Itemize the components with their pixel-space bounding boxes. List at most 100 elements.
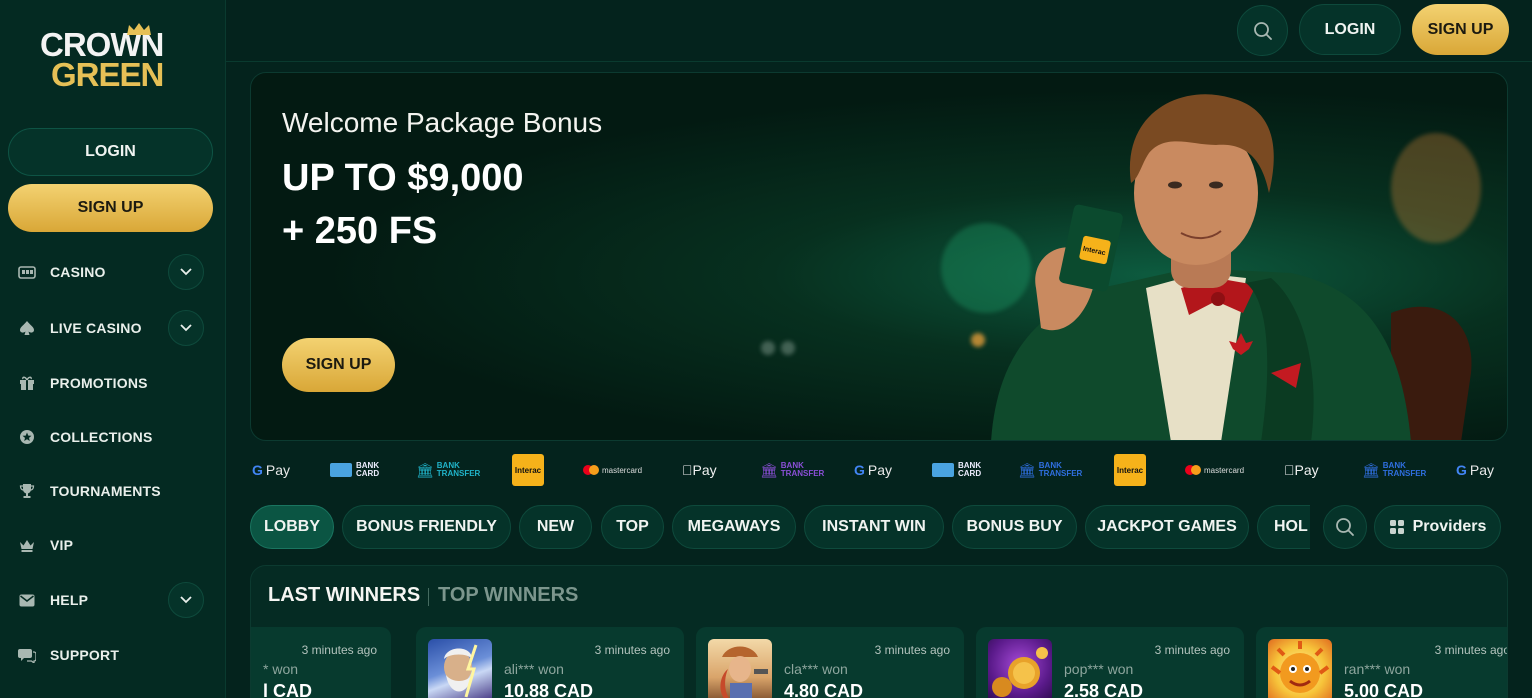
payment-methods-row: G Pay BANK CARD 🏛 BANK TRANSFER Interac mast… [250,452,1508,488]
sidebar-item-vip[interactable]: VIP [0,523,226,567]
sidebar-signup-button[interactable]: SIGN UP [8,184,213,232]
sidebar-item-label: CASINO [50,264,106,280]
slot-machine-icon [18,263,36,281]
google-pay-logo: G Pay [252,462,291,478]
sidebar-item-tournaments[interactable]: TOURNAMENTS [0,469,226,513]
mastercard-logo: mastercard [583,452,642,488]
winner-time: 3 minutes ago [594,643,670,657]
chevron-down-icon[interactable] [168,582,204,618]
interac-logo: Interac [1114,452,1146,488]
providers-button[interactable]: Providers [1374,505,1501,549]
games-search-button[interactable] [1323,505,1367,549]
chat-icon [18,646,36,664]
tab-new[interactable]: NEW [519,505,592,549]
logo[interactable]: CROWN GREEN [40,23,185,93]
top-bar: LOGIN SIGN UP [226,0,1532,62]
winner-card[interactable]: 3 minutes ago pop*** won 2.58 CAD [976,627,1244,698]
game-thumbnail [988,639,1052,698]
sidebar-item-label: TOURNAMENTS [50,483,161,499]
bank-transfer-logo: 🏛 BANK TRANSFER [760,461,825,478]
mastercard-logo: mastercard [1185,452,1244,488]
sidebar-item-label: PROMOTIONS [50,375,148,391]
logo-crown-icon [127,23,151,35]
bank-transfer-logo: 🏛 BANK TRANSFER [416,461,481,478]
interac-logo: Interac [512,452,544,488]
banner-signup-button[interactable]: SIGN UP [282,338,395,392]
trophy-icon [18,482,36,500]
tab-jackpot-games[interactable]: JACKPOT GAMES [1085,505,1249,549]
winner-amount: 2.58 CAD [1064,681,1144,698]
banner-light [781,341,795,355]
winner-amount: 5.00 CAD [1344,681,1424,698]
search-icon [1336,518,1354,536]
winner-card[interactable]: 3 minutes ago ali*** won 10.88 CAD [416,627,684,698]
winner-card[interactable]: 3 minutes ago ran*** won 5.00 CAD [1256,627,1508,698]
winner-user: pop*** won [1064,661,1134,677]
winner-time: 3 minutes ago [874,643,950,657]
sidebar-item-collections[interactable]: COLLECTIONS [0,415,226,459]
tab-holiday[interactable]: HOL [1257,505,1310,549]
bank-transfer-logo: 🏛 BANK TRANSFER [1018,461,1083,478]
winner-time: 3 minutes ago [301,643,377,657]
winner-user: ali*** won [504,661,564,677]
welcome-bonus-banner[interactable]: Interac Welcome Package Bonus UP TO $9,0… [250,72,1508,441]
google-pay-logo: G Pay [1456,462,1495,478]
chevron-down-icon[interactable] [168,310,204,346]
tab-top[interactable]: TOP [601,505,664,549]
tab-top-winners[interactable]: TOP WINNERS [438,584,578,607]
sidebar-item-label: SUPPORT [50,647,120,663]
sidebar: CROWN GREEN LOGIN SIGN UP CASINO LIVE CA… [0,0,226,698]
bank-transfer-logo: 🏛 BANK TRANSFER [1362,461,1427,478]
winner-time: 3 minutes ago [1154,643,1230,657]
banner-title: Welcome Package Bonus [282,107,603,138]
apple-pay-logo: Pay [682,462,717,478]
winner-user: cla*** won [784,661,848,677]
banner-character-illustration: Interac [991,94,1472,440]
mail-icon [18,591,36,609]
header-search-button[interactable] [1237,5,1288,56]
winners-panel: LAST WINNERS TOP WINNERS 3 minutes ago *… [250,565,1508,698]
tab-lobby[interactable]: LOBBY [250,505,334,549]
winner-amount: l CAD [263,681,312,698]
winner-amount: 10.88 CAD [504,681,594,698]
sidebar-item-label: HELP [50,592,89,608]
header-signup-button[interactable]: SIGN UP [1412,4,1509,55]
winner-card[interactable]: 3 minutes ago * won l CAD [251,627,391,698]
google-pay-logo: G Pay [854,462,893,478]
apple-pay-logo: Pay [1284,462,1319,478]
sidebar-item-casino[interactable]: CASINO [0,250,226,294]
game-thumbnail [708,639,772,698]
spade-icon [18,319,36,337]
winner-user: ran*** won [1344,661,1411,677]
tab-last-winners[interactable]: LAST WINNERS [268,584,420,607]
category-tabs: LOBBY BONUS FRIENDLY NEW TOP MEGAWAYS IN… [250,505,1310,549]
logo-line2: GREEN [51,56,164,93]
sidebar-item-live-casino[interactable]: LIVE CASINO [0,306,226,350]
grid-icon [1389,520,1404,534]
sidebar-item-support[interactable]: SUPPORT [0,633,226,677]
tab-bonus-buy[interactable]: BONUS BUY [952,505,1077,549]
app: CROWN GREEN LOGIN SIGN UP CASINO LIVE CA… [0,0,1532,698]
tab-bonus-friendly[interactable]: BONUS FRIENDLY [342,505,511,549]
sidebar-item-promotions[interactable]: PROMOTIONS [0,361,226,405]
sidebar-login-button[interactable]: LOGIN [8,128,213,176]
chevron-down-icon[interactable] [168,254,204,290]
search-icon [1253,21,1272,40]
bank-card-logo: BANK CARD [932,452,981,488]
sidebar-item-label: VIP [50,537,74,553]
bank-card-logo: BANK CARD [330,452,379,488]
divider [428,588,429,606]
winner-time: 3 minutes ago [1434,643,1508,657]
banner-freespins: + 250 FS [282,210,438,252]
tab-megaways[interactable]: MEGAWAYS [672,505,796,549]
winner-card[interactable]: 3 minutes ago cla*** won 4.80 CAD [696,627,964,698]
crown-icon [18,536,36,554]
winner-user: * won [263,661,299,677]
sidebar-item-label: LIVE CASINO [50,320,142,336]
banner-light [761,341,775,355]
sidebar-item-help[interactable]: HELP [0,578,226,622]
header-login-button[interactable]: LOGIN [1299,4,1401,55]
tab-instant-win[interactable]: INSTANT WIN [804,505,944,549]
gift-icon [18,374,36,392]
star-circle-icon [18,428,36,446]
